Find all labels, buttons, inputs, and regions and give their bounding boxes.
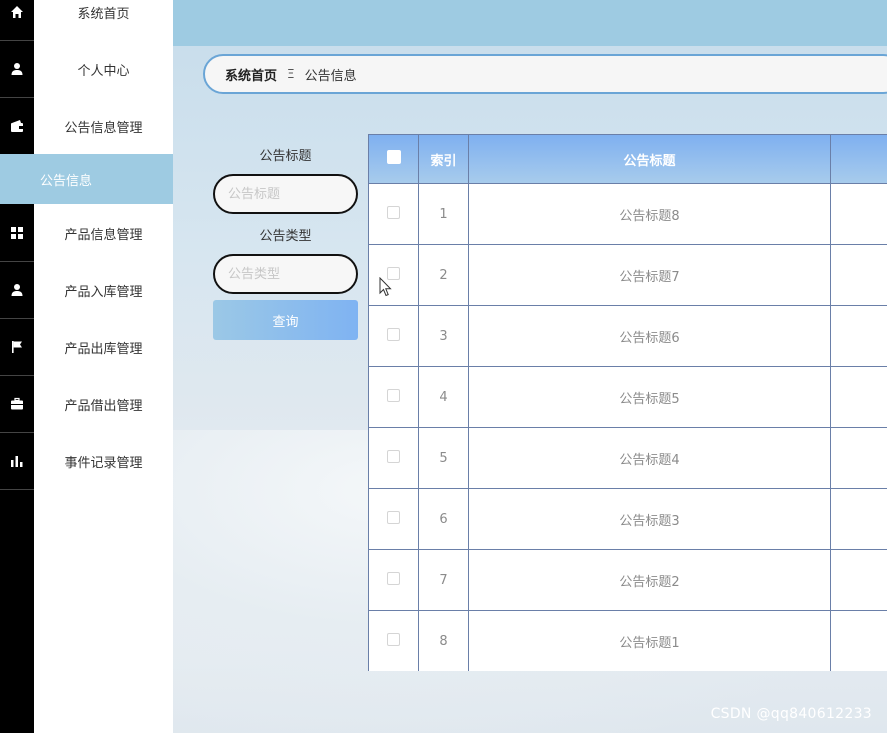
row-title: 公告标题7	[468, 244, 831, 306]
title-filter-input[interactable]	[213, 174, 358, 214]
row-title: 公告标题6	[468, 305, 831, 367]
top-bar	[173, 0, 887, 46]
table-row[interactable]: 7 公告标题2	[368, 549, 887, 611]
sidebar-item-label: 系统首页	[77, 7, 130, 22]
table-row[interactable]: 6 公告标题3	[368, 488, 887, 550]
row-title: 公告标题4	[468, 427, 831, 489]
header-select-all[interactable]	[368, 134, 419, 184]
table-row[interactable]: 8 公告标题1	[368, 610, 887, 671]
sidebar-item-home[interactable]: 系统首页	[0, 0, 173, 41]
row-extra	[830, 183, 887, 245]
sidebar-subitem-notice-info[interactable]: 公告信息	[0, 154, 173, 204]
type-filter-input[interactable]	[213, 254, 358, 294]
row-index: 6	[418, 488, 469, 550]
query-button[interactable]: 查询	[213, 300, 358, 340]
row-extra	[830, 549, 887, 611]
row-checkbox[interactable]	[387, 510, 400, 524]
row-checkbox[interactable]	[387, 571, 400, 585]
flag-icon	[0, 319, 34, 376]
row-extra	[830, 427, 887, 489]
wallet-icon	[0, 98, 34, 155]
grid-icon	[0, 205, 34, 262]
row-extra	[830, 488, 887, 550]
breadcrumb: 系统首页 Ξ 公告信息	[203, 54, 887, 94]
bar-chart-icon	[0, 433, 34, 490]
row-title: 公告标题3	[468, 488, 831, 550]
header-extra	[830, 134, 887, 184]
breadcrumb-separator: Ξ	[287, 67, 295, 81]
row-title: 公告标题1	[468, 610, 831, 671]
sidebar-item-label: 产品入库管理	[64, 285, 143, 300]
sidebar-item-label: 产品出库管理	[64, 342, 143, 357]
sidebar-item-personal-center[interactable]: 个人中心	[0, 41, 173, 98]
table-header-row: 索引 公告标题	[368, 134, 887, 184]
sidebar: 系统首页 个人中心 公告信息管理 公告信息 产品信息管理 产品入库管理 产品出库…	[0, 0, 173, 733]
breadcrumb-home[interactable]: 系统首页	[225, 65, 277, 84]
watermark: CSDN @qq840612233	[710, 706, 872, 722]
row-index: 1	[418, 183, 469, 245]
row-title: 公告标题8	[468, 183, 831, 245]
row-checkbox[interactable]	[387, 449, 400, 463]
row-index: 8	[418, 610, 469, 671]
table-row[interactable]: 1 公告标题8	[368, 183, 887, 245]
select-all-checkbox[interactable]	[386, 150, 401, 164]
sidebar-item-product-inbound[interactable]: 产品入库管理	[0, 262, 173, 319]
sidebar-item-label: 个人中心	[77, 64, 130, 79]
type-filter-label: 公告类型	[259, 229, 312, 244]
row-index: 4	[418, 366, 469, 428]
row-checkbox[interactable]	[387, 327, 400, 341]
header-title[interactable]: 公告标题	[468, 134, 831, 184]
row-checkbox[interactable]	[387, 205, 400, 219]
user-icon	[0, 262, 34, 319]
notice-table: 索引 公告标题 1 公告标题8 2 公告标题7 3 公告标题6 4 公告标题5 …	[368, 134, 887, 671]
sidebar-item-label: 公告信息管理	[64, 121, 143, 136]
sidebar-item-label: 产品借出管理	[64, 399, 143, 414]
table-row[interactable]: 5 公告标题4	[368, 427, 887, 489]
row-index: 3	[418, 305, 469, 367]
sidebar-item-product-outbound[interactable]: 产品出库管理	[0, 319, 173, 376]
row-index: 2	[418, 244, 469, 306]
sidebar-item-product-info[interactable]: 产品信息管理	[0, 205, 173, 262]
sidebar-item-product-lending[interactable]: 产品借出管理	[0, 376, 173, 433]
sidebar-item-notice-management[interactable]: 公告信息管理	[0, 98, 173, 155]
table-row[interactable]: 3 公告标题6	[368, 305, 887, 367]
row-title: 公告标题2	[468, 549, 831, 611]
table-row[interactable]: 4 公告标题5	[368, 366, 887, 428]
row-checkbox[interactable]	[387, 632, 400, 646]
sidebar-subitem-label: 公告信息	[40, 173, 93, 189]
row-extra	[830, 244, 887, 306]
main-content: 系统首页 Ξ 公告信息 公告标题 公告类型 查询 索引 公告标题 1	[173, 0, 887, 733]
table-row[interactable]: 2 公告标题7	[368, 244, 887, 306]
sidebar-item-event-log[interactable]: 事件记录管理	[0, 433, 173, 490]
row-index: 7	[418, 549, 469, 611]
header-index[interactable]: 索引	[418, 134, 469, 184]
row-extra	[830, 366, 887, 428]
title-filter-label: 公告标题	[259, 149, 312, 164]
row-checkbox[interactable]	[387, 388, 400, 402]
breadcrumb-current: 公告信息	[304, 68, 357, 84]
row-title: 公告标题5	[468, 366, 831, 428]
sidebar-item-label: 事件记录管理	[64, 456, 143, 471]
row-index: 5	[418, 427, 469, 489]
user-icon	[0, 41, 34, 98]
row-extra	[830, 610, 887, 671]
mouse-cursor-icon	[379, 276, 393, 301]
sidebar-item-label: 产品信息管理	[64, 228, 143, 243]
briefcase-icon	[0, 376, 34, 433]
home-icon	[0, 0, 34, 41]
row-extra	[830, 305, 887, 367]
